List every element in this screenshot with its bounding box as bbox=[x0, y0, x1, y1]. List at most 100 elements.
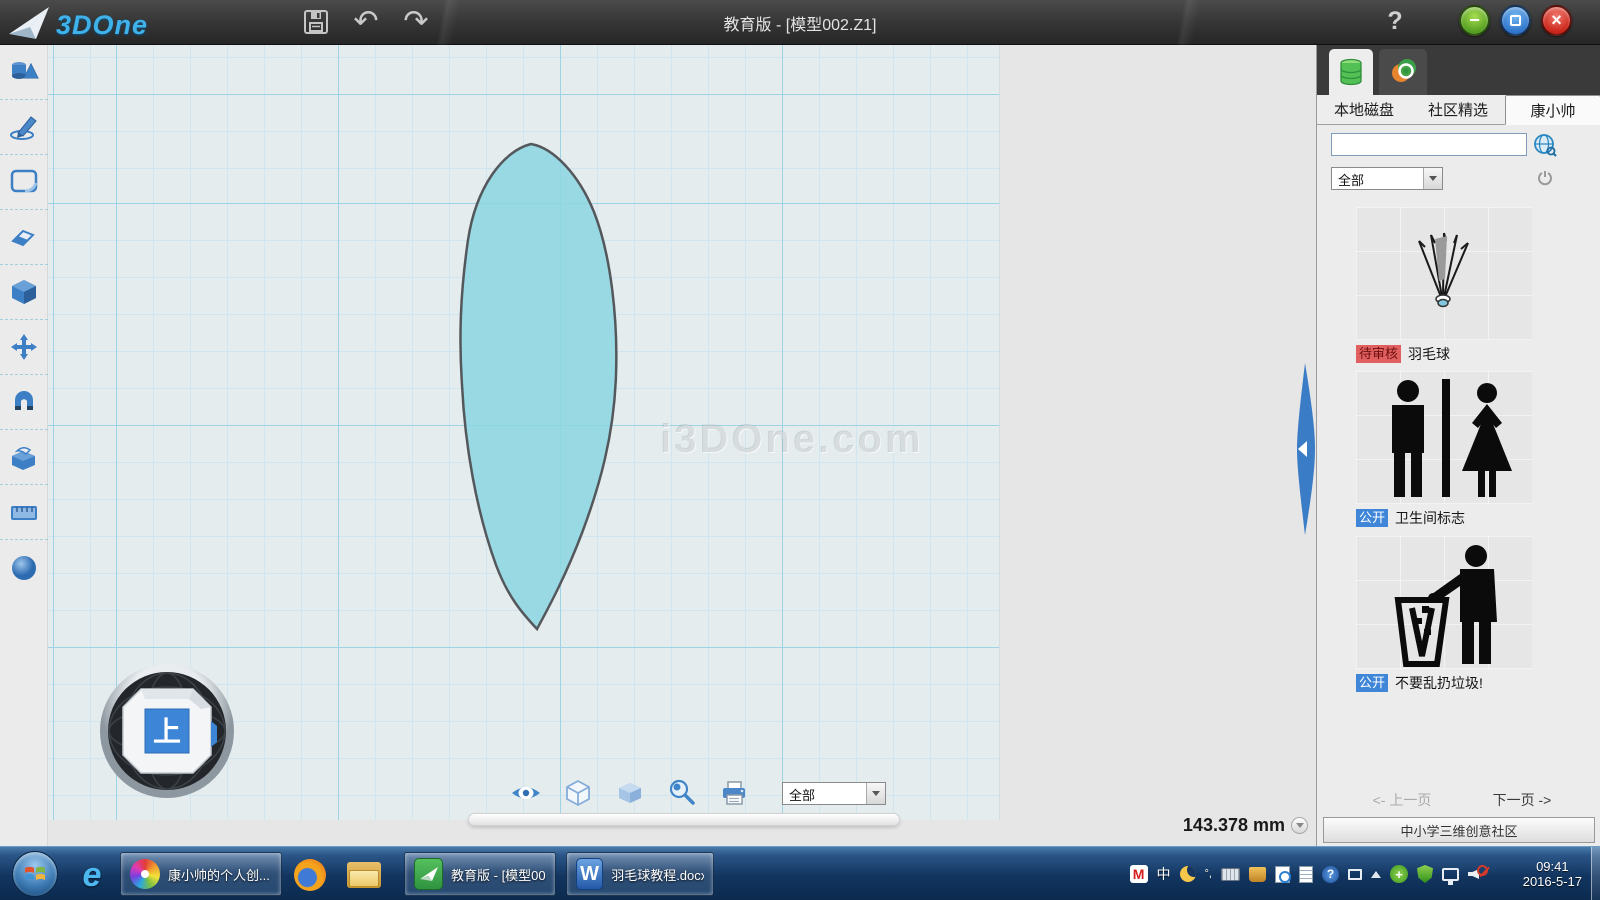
m-tray-icon[interactable]: M bbox=[1130, 865, 1148, 883]
visibility-eye-button[interactable] bbox=[508, 778, 544, 808]
special-edit-tool-button[interactable] bbox=[0, 210, 48, 265]
taskbar-button-browser-window[interactable]: 康小帅的个人创... bbox=[120, 852, 282, 896]
model-card-restroom[interactable] bbox=[1356, 371, 1532, 504]
dropdown-arrow-button[interactable] bbox=[1423, 168, 1442, 189]
moon-icon[interactable] bbox=[1180, 866, 1196, 882]
community-tab[interactable] bbox=[1379, 49, 1427, 95]
library-tab[interactable] bbox=[1329, 49, 1373, 95]
canvas-filter-dropdown[interactable]: 全部 bbox=[782, 782, 886, 805]
shaded-view-button[interactable] bbox=[612, 778, 648, 808]
panel-mode-strip bbox=[1317, 45, 1600, 95]
sketch-edit-icon bbox=[9, 168, 39, 196]
firefox-icon[interactable] bbox=[292, 857, 328, 893]
restore-window-icon[interactable] bbox=[1348, 869, 1362, 880]
close-button[interactable]: × bbox=[1541, 5, 1572, 36]
show-hidden-icons-button[interactable] bbox=[1371, 871, 1381, 878]
minimize-button[interactable]: − bbox=[1459, 5, 1490, 36]
title-bar: 3DOne ↶ ↷ 教育版 - [模型002.Z1] ? − × bbox=[0, 0, 1600, 45]
collapsed-panel-strip[interactable] bbox=[468, 813, 900, 826]
left-toolbar bbox=[0, 45, 48, 846]
redo-button[interactable]: ↷ bbox=[400, 6, 432, 38]
zoom-button[interactable] bbox=[664, 778, 700, 808]
move-arrows-icon bbox=[9, 333, 39, 361]
constraint-tool-button[interactable] bbox=[0, 375, 48, 430]
view-cube-face-label: 上 bbox=[153, 716, 181, 747]
taskbar-button-3done[interactable]: 教育版 - [模型00... bbox=[404, 852, 556, 896]
search-input[interactable] bbox=[1331, 133, 1527, 156]
view-cube[interactable]: 上 bbox=[99, 663, 235, 799]
tab-community-featured[interactable]: 社区精选 bbox=[1411, 95, 1505, 124]
feature-tool-button[interactable] bbox=[0, 265, 48, 320]
next-page-button[interactable]: 下一页 -> bbox=[1467, 790, 1577, 810]
view-toolbar: 全部 bbox=[508, 778, 886, 808]
feature-cube-icon bbox=[9, 278, 39, 306]
start-button[interactable] bbox=[12, 851, 58, 897]
sketch-shape-petal[interactable] bbox=[448, 135, 688, 685]
canvas-filter-value: 全部 bbox=[783, 783, 866, 804]
model-card-litter[interactable] bbox=[1356, 536, 1532, 669]
magnet-icon bbox=[9, 388, 39, 416]
volume-muted-icon[interactable] bbox=[1468, 865, 1488, 883]
render-tool-button[interactable] bbox=[0, 540, 48, 595]
community-site-button[interactable]: 中小学三维创意社区 bbox=[1323, 817, 1595, 843]
print-button[interactable] bbox=[716, 778, 752, 808]
security-shield-icon[interactable] bbox=[1417, 865, 1433, 883]
modeling-canvas[interactable]: i3DOne.com bbox=[48, 45, 1316, 846]
help-button[interactable]: ? bbox=[1380, 7, 1410, 37]
transform-tool-button[interactable] bbox=[0, 320, 48, 375]
primitives-icon bbox=[9, 58, 39, 86]
wireframe-view-button[interactable] bbox=[560, 778, 596, 808]
panel-collapse-handle[interactable] bbox=[1294, 363, 1316, 535]
taskbar-clock[interactable]: 09:41 2016-5-17 bbox=[1523, 847, 1582, 900]
file-explorer-icon[interactable] bbox=[346, 857, 382, 893]
sketch-tool-button[interactable] bbox=[0, 100, 48, 155]
windows-taskbar: e 康小帅的个人创... 教育版 - [模型00... W 羽毛球教程.docx… bbox=[0, 846, 1600, 900]
watermark: i3DOne.com bbox=[660, 417, 923, 462]
taskbar-button-word[interactable]: W 羽毛球教程.docx ... bbox=[566, 852, 714, 896]
search-doc-icon[interactable] bbox=[1275, 866, 1290, 883]
internet-explorer-icon[interactable]: e bbox=[74, 857, 110, 893]
clock-date: 2016-5-17 bbox=[1523, 874, 1582, 889]
primitives-tool-button[interactable] bbox=[0, 45, 48, 100]
model-card-badminton[interactable] bbox=[1356, 207, 1532, 340]
network-icon[interactable] bbox=[1442, 868, 1459, 881]
ime-toolbox-icon[interactable] bbox=[1249, 867, 1266, 882]
document-icon[interactable] bbox=[1299, 866, 1313, 883]
power-refresh-button[interactable] bbox=[1537, 170, 1553, 186]
search-globe-button[interactable] bbox=[1533, 133, 1557, 157]
ime-punctuation-icon[interactable]: °, bbox=[1205, 868, 1212, 880]
help-tray-icon[interactable]: ? bbox=[1322, 866, 1339, 883]
antivirus-icon[interactable]: + bbox=[1390, 865, 1408, 883]
status-badge: 待审核 bbox=[1356, 345, 1401, 363]
system-tray: M 中 °, ? + bbox=[1130, 847, 1488, 900]
chevron-down-icon bbox=[872, 791, 880, 796]
restore-button[interactable] bbox=[1500, 5, 1531, 36]
community-sphere-icon bbox=[1388, 57, 1418, 87]
category-filter-dropdown[interactable]: 全部 bbox=[1331, 167, 1443, 190]
chevron-down-icon bbox=[1296, 823, 1304, 828]
prev-page-button[interactable]: <- 上一页 bbox=[1347, 790, 1457, 810]
pagination: <- 上一页 下一页 -> bbox=[1317, 790, 1600, 814]
model-name: 羽毛球 bbox=[1408, 344, 1450, 364]
measurement-dropdown-button[interactable] bbox=[1291, 817, 1308, 834]
taskbar-button-label: 康小帅的个人创... bbox=[168, 865, 270, 884]
render-sphere-icon bbox=[9, 554, 39, 582]
combine-cube-icon bbox=[9, 443, 39, 471]
app-logo[interactable]: 3DOne bbox=[8, 4, 148, 47]
undo-button[interactable]: ↶ bbox=[350, 6, 382, 38]
save-button[interactable] bbox=[300, 6, 332, 38]
ime-language-icon[interactable]: 中 bbox=[1157, 864, 1171, 884]
restroom-sign-thumbnail bbox=[1356, 371, 1532, 504]
model-name: 不要乱扔垃圾! bbox=[1395, 673, 1483, 693]
model-card-label: 待审核 羽毛球 bbox=[1356, 344, 1450, 364]
tab-user[interactable]: 康小帅 bbox=[1505, 95, 1600, 125]
combine-tool-button[interactable] bbox=[0, 430, 48, 485]
model-card-label: 公开 不要乱扔垃圾! bbox=[1356, 673, 1483, 693]
show-desktop-button[interactable] bbox=[1591, 847, 1600, 900]
resource-library-panel: 本地磁盘 社区精选 康小帅 全部 bbox=[1316, 45, 1600, 846]
measure-tool-button[interactable] bbox=[0, 485, 48, 540]
dropdown-arrow-button[interactable] bbox=[866, 783, 885, 804]
sketch-edit-tool-button[interactable] bbox=[0, 155, 48, 210]
keyboard-icon[interactable] bbox=[1221, 868, 1240, 881]
tab-local-disk[interactable]: 本地磁盘 bbox=[1317, 95, 1411, 124]
